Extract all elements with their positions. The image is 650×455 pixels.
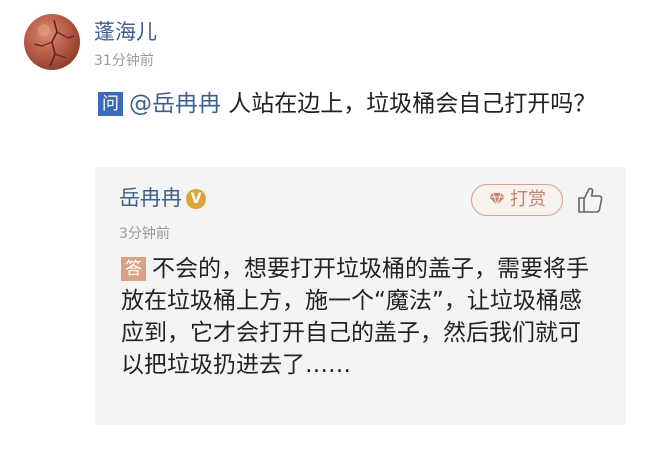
avatar-image (33, 19, 75, 67)
answer-badge: 答 (121, 257, 146, 281)
answer-card: 岳冉冉 V 打赏 3分钟前 答不会的，想要打开垃圾桶的盖子，需要将手放在垃圾桶上方… (95, 167, 626, 425)
tip-button[interactable]: 打赏 (471, 184, 563, 216)
avatar[interactable] (24, 14, 80, 70)
answer-text: 答不会的，想要打开垃圾桶的盖子，需要将手放在垃圾桶上方，施一个“魔法”，让垃圾桶… (121, 253, 591, 381)
question-badge: 问 (98, 92, 123, 116)
answerer-name-row: 岳冉冉 V (119, 186, 206, 210)
verified-badge-icon: V (186, 189, 206, 209)
answer-body: 不会的，想要打开垃圾桶的盖子，需要将手放在垃圾桶上方，施一个“魔法”，让垃圾桶感… (121, 256, 589, 378)
question-body: 人站在边上，垃圾桶会自己打开吗？ (221, 91, 597, 117)
asker-name[interactable]: 蓬海儿 (94, 20, 157, 44)
asker-timestamp: 31分钟前 (94, 53, 154, 69)
answer-timestamp: 3分钟前 (119, 226, 170, 242)
thumbs-up-icon[interactable] (575, 185, 605, 215)
comment-page: 蓬海儿 31分钟前 问 @岳冉冉 人站在边上，垃圾桶会自己打开吗？ 岳冉冉 V 打赏… (0, 0, 650, 455)
tip-label: 打赏 (510, 189, 546, 210)
diamond-icon (489, 192, 505, 206)
answerer-name[interactable]: 岳冉冉 (119, 186, 182, 210)
question-text: 问 @岳冉冉 人站在边上，垃圾桶会自己打开吗？ (98, 88, 618, 121)
mention-link[interactable]: @岳冉冉 (129, 91, 221, 117)
